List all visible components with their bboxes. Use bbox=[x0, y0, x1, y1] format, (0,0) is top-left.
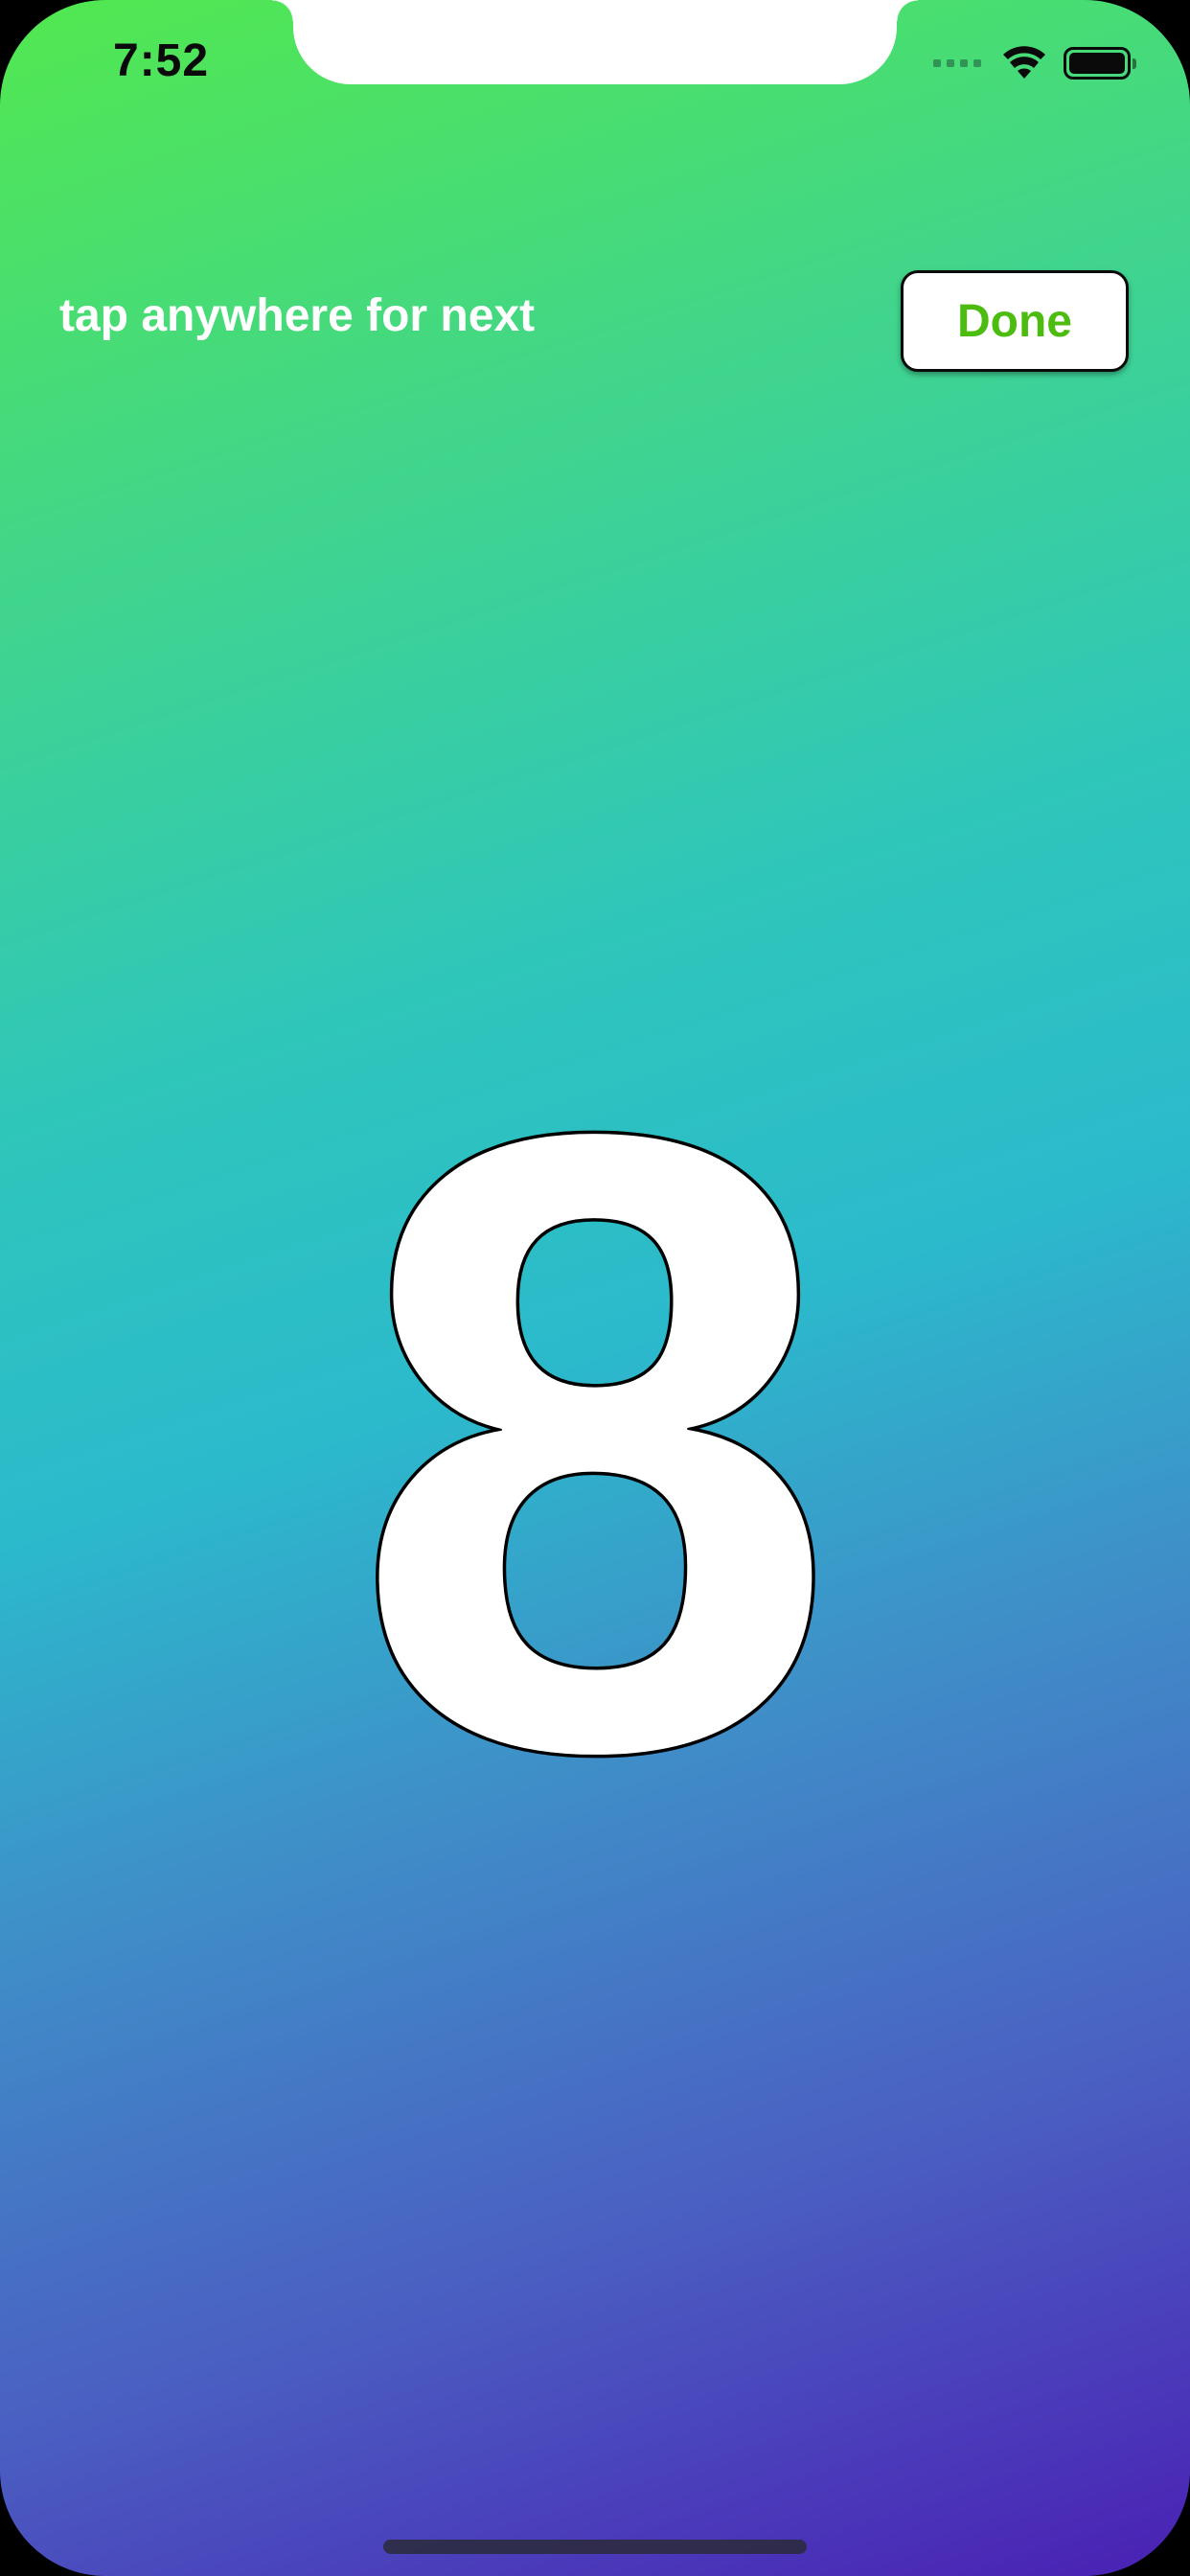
app-screen[interactable]: 7:52 tap anywhere for next Done 8 bbox=[0, 0, 1190, 2576]
home-indicator[interactable] bbox=[383, 2540, 807, 2554]
tap-hint-text: tap anywhere for next bbox=[59, 290, 536, 341]
cellular-signal-icon bbox=[933, 59, 981, 67]
done-button[interactable]: Done bbox=[901, 270, 1129, 372]
status-time: 7:52 bbox=[113, 35, 210, 86]
device-notch bbox=[272, 0, 918, 84]
battery-icon bbox=[1064, 47, 1136, 80]
status-icons bbox=[933, 46, 1136, 80]
wifi-icon bbox=[1002, 46, 1046, 80]
current-number: 8 bbox=[348, 953, 842, 1932]
